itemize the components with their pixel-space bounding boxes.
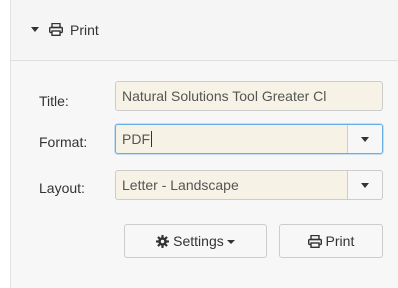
print-panel: Print Title: Natural Solutions Tool Grea… xyxy=(10,0,398,288)
printer-icon xyxy=(49,23,63,36)
printer-icon xyxy=(307,234,322,249)
chevron-down-icon xyxy=(361,183,369,188)
layout-dropdown-button[interactable] xyxy=(347,171,382,199)
format-dropdown-button[interactable] xyxy=(347,125,382,153)
caret-down-icon[interactable] xyxy=(31,27,39,32)
format-select[interactable]: PDF xyxy=(115,124,383,154)
title-input-value: Natural Solutions Tool Greater Cl xyxy=(122,88,327,104)
print-button-label: Print xyxy=(325,233,355,249)
panel-title: Print xyxy=(70,22,99,38)
layout-select-value: Letter - Landscape xyxy=(122,177,239,193)
title-input[interactable]: Natural Solutions Tool Greater Cl xyxy=(115,81,383,111)
title-label: Title: xyxy=(39,93,69,109)
settings-button-label: Settings xyxy=(173,233,224,249)
gear-icon xyxy=(156,235,170,248)
format-label: Format: xyxy=(39,134,88,150)
print-panel-header[interactable]: Print xyxy=(11,0,398,61)
chevron-down-icon xyxy=(361,137,369,142)
text-cursor xyxy=(151,131,152,147)
settings-button[interactable]: Settings xyxy=(124,224,267,258)
layout-select[interactable]: Letter - Landscape xyxy=(115,170,383,200)
layout-label: Layout: xyxy=(39,180,85,196)
format-select-value: PDF xyxy=(122,131,150,147)
print-button[interactable]: Print xyxy=(279,224,383,258)
caret-down-icon xyxy=(226,240,235,244)
